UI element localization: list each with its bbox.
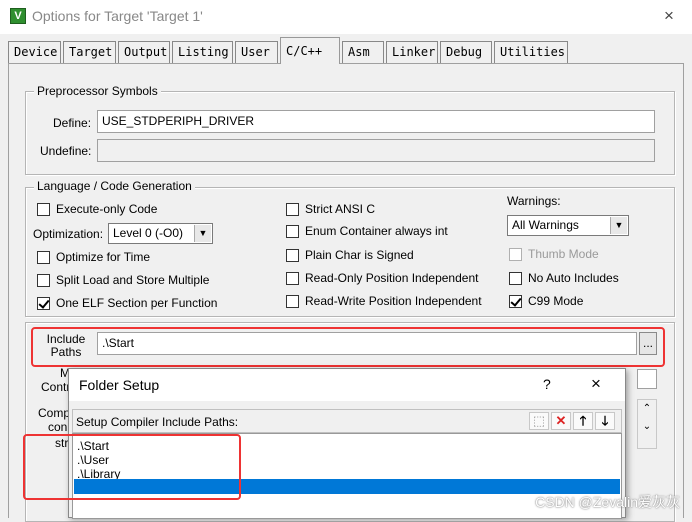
optimization-select[interactable]: Level 0 (-O0) ▼ [108, 223, 213, 244]
checkbox-box [509, 271, 522, 285]
one-elf-label: One ELF Section per Function [56, 296, 218, 310]
move-up-icon[interactable]: 🡑 [573, 412, 593, 430]
define-label: Define: [53, 116, 92, 130]
tab-listing[interactable]: Listing [172, 41, 233, 63]
controls-label-fragment: Contr [41, 380, 71, 394]
tab-user[interactable]: User [235, 41, 278, 63]
checkbox-box [509, 294, 522, 308]
undefine-input[interactable] [97, 139, 655, 162]
tab-linker[interactable]: Linker [386, 41, 438, 63]
checkbox-box [286, 224, 299, 238]
enum-container-checkbox[interactable]: Enum Container always int [286, 224, 448, 238]
tab-asm[interactable]: Asm [342, 41, 384, 63]
annotation-path-list [23, 434, 241, 500]
define-input[interactable]: USE_STDPERIPH_DRIVER [97, 110, 655, 133]
optimize-time-checkbox[interactable]: Optimize for Time [37, 250, 150, 264]
move-down-icon[interactable]: 🡓 [595, 412, 615, 430]
split-load-label: Split Load and Store Multiple [56, 273, 210, 287]
folder-setup-title: Folder Setup [79, 377, 160, 393]
thumb-mode-label: Thumb Mode [528, 247, 599, 261]
compiler-label-fragment: Comp [38, 406, 71, 420]
checkbox-box [286, 294, 299, 308]
preprocessor-group-label: Preprocessor Symbols [34, 84, 161, 98]
checkbox-box [509, 247, 522, 261]
language-group-label: Language / Code Generation [34, 179, 195, 193]
execute-only-label: Execute-only Code [56, 202, 158, 216]
split-load-checkbox[interactable]: Split Load and Store Multiple [37, 273, 209, 287]
annotation-include-paths [31, 327, 665, 367]
watermark: CSDN @Zevalin爱灰灰 [535, 494, 680, 510]
control-label-fragment: con [48, 420, 68, 434]
compiler-string-scrollbar[interactable]: ⌃ ⌄ [637, 399, 657, 449]
optimize-time-label: Optimize for Time [56, 250, 151, 264]
no-auto-includes-label: No Auto Includes [528, 271, 619, 285]
tab-c-cpp[interactable]: C/C++ [280, 37, 340, 64]
c99-mode-label: C99 Mode [528, 294, 584, 308]
close-icon[interactable]: × [591, 374, 601, 394]
tab-target[interactable]: Target [63, 41, 116, 63]
tab-output[interactable]: Output [118, 41, 170, 63]
plain-char-checkbox[interactable]: Plain Char is Signed [286, 248, 414, 262]
strict-ansi-checkbox[interactable]: Strict ANSI C [286, 202, 375, 216]
ro-position-label: Read-Only Position Independent [305, 271, 479, 285]
checkbox-box [286, 271, 299, 285]
optimization-label: Optimization: [33, 227, 104, 241]
help-icon[interactable]: ? [543, 376, 551, 392]
keil-uvision-icon: V [10, 8, 26, 24]
rw-position-label: Read-Write Position Independent [305, 294, 482, 308]
checkbox-box [37, 273, 50, 287]
strict-ansi-label: Strict ANSI C [305, 202, 376, 216]
chevron-down-icon: ▼ [194, 225, 211, 242]
tab-device[interactable]: Device [8, 41, 61, 63]
one-elf-checkbox[interactable]: One ELF Section per Function [37, 296, 217, 310]
chevron-up-icon[interactable]: ⌃ [638, 400, 656, 418]
c99-mode-checkbox[interactable]: C99 Mode [509, 294, 583, 308]
rw-position-checkbox[interactable]: Read-Write Position Independent [286, 294, 482, 308]
warnings-label: Warnings: [507, 194, 561, 208]
execute-only-checkbox[interactable]: Execute-only Code [37, 202, 157, 216]
plain-char-label: Plain Char is Signed [305, 248, 414, 262]
tab-utilities[interactable]: Utilities [494, 41, 568, 63]
close-icon[interactable]: × [664, 6, 674, 26]
enum-container-label: Enum Container always int [305, 224, 448, 238]
undefine-label: Undefine: [40, 144, 92, 158]
warnings-select[interactable]: All Warnings ▼ [507, 215, 629, 236]
chevron-down-icon: ▼ [610, 217, 627, 234]
window-title: Options for Target 'Target 1' [32, 8, 203, 24]
checkbox-box [37, 296, 50, 310]
thumb-mode-checkbox[interactable]: Thumb Mode [509, 247, 599, 261]
checkbox-box [286, 202, 299, 216]
checkbox-box [37, 250, 50, 264]
new-folder-icon[interactable]: ⬚ [529, 412, 549, 430]
misc-controls-input-edge[interactable] [637, 369, 657, 389]
delete-icon[interactable]: ✕ [551, 412, 571, 430]
checkbox-box [37, 202, 50, 216]
checkbox-box [286, 248, 299, 262]
optimization-value: Level 0 (-O0) [113, 226, 184, 240]
setup-include-paths-label: Setup Compiler Include Paths: [76, 415, 239, 429]
warnings-value: All Warnings [512, 218, 579, 232]
no-auto-includes-checkbox[interactable]: No Auto Includes [509, 271, 619, 285]
ro-position-checkbox[interactable]: Read-Only Position Independent [286, 271, 478, 285]
preprocessor-group [25, 91, 675, 175]
tab-debug[interactable]: Debug [440, 41, 492, 63]
chevron-down-icon[interactable]: ⌄ [638, 418, 656, 436]
